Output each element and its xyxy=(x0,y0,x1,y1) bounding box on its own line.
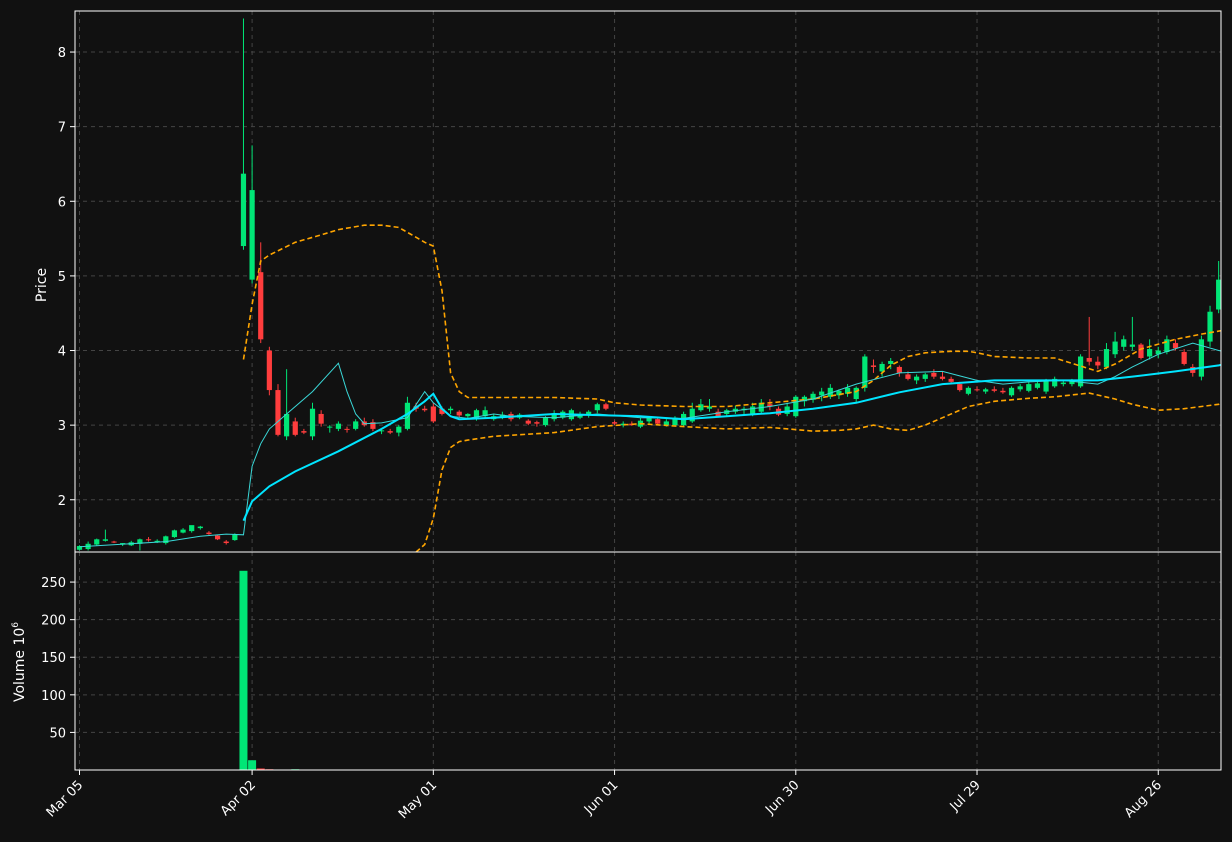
candle-body xyxy=(1095,361,1101,366)
candle-body xyxy=(284,413,290,437)
candle-body xyxy=(396,426,402,433)
price-y-tick-label: 2 xyxy=(58,494,66,509)
candle-body xyxy=(1207,311,1213,342)
candle-body xyxy=(870,365,877,367)
volume-y-tick-label: 50 xyxy=(49,726,66,741)
price-axis-title: Price xyxy=(34,268,50,302)
candle-body xyxy=(465,413,471,417)
candle-body xyxy=(1121,339,1127,347)
candle-body xyxy=(1034,383,1041,388)
candle-body xyxy=(447,408,454,411)
candle-body xyxy=(750,406,756,414)
candle-body xyxy=(1060,382,1066,385)
candle-body xyxy=(922,374,928,379)
candle-body xyxy=(948,378,954,382)
volume-axis-title-base: Volume 10 xyxy=(12,628,28,702)
candle-body xyxy=(939,376,946,379)
candle-body xyxy=(275,390,281,435)
candle-body xyxy=(353,421,359,429)
candle-body xyxy=(974,389,980,391)
volume-y-tick-label: 200 xyxy=(41,614,66,629)
candle-body xyxy=(327,426,333,428)
candle-body xyxy=(896,366,902,373)
candle-body xyxy=(180,529,186,533)
candle-body xyxy=(232,534,238,541)
candle-body xyxy=(214,535,221,540)
candle-body xyxy=(318,413,324,424)
candle-body xyxy=(430,406,436,422)
candle-body xyxy=(223,541,229,544)
candle-body xyxy=(594,404,600,411)
candle-body xyxy=(1103,349,1110,367)
candle-body xyxy=(957,384,963,391)
candle-body xyxy=(888,360,894,364)
candle-body xyxy=(1026,384,1032,391)
candle-body xyxy=(258,272,264,340)
candle-body xyxy=(145,539,152,541)
candle-body xyxy=(905,374,911,379)
candle-body xyxy=(1129,344,1135,347)
candle-body xyxy=(1138,344,1144,358)
candle-body xyxy=(525,420,531,424)
candle-body xyxy=(1112,341,1118,355)
candle-body xyxy=(1216,279,1221,310)
candle-body xyxy=(534,422,540,424)
price-y-tick-label: 7 xyxy=(58,121,66,136)
candle-body xyxy=(171,530,178,538)
candle-body xyxy=(983,389,989,392)
candle-body xyxy=(387,431,393,433)
price-y-tick-label: 6 xyxy=(58,195,66,210)
candle-body xyxy=(266,350,272,391)
volume-axis-title: Volume 106 xyxy=(11,622,28,702)
candle-body xyxy=(1086,357,1092,362)
candle-body xyxy=(309,408,316,437)
candle-body xyxy=(1000,390,1006,393)
volume-y-tick-label: 150 xyxy=(41,651,66,666)
candle-body xyxy=(249,190,255,280)
candle-body xyxy=(1147,349,1153,357)
price-y-tick-label: 8 xyxy=(58,46,66,61)
candle-body xyxy=(991,389,997,391)
candle-body xyxy=(102,539,108,541)
stock-chart: 2345678 Price 50100150200250 Volume 106 … xyxy=(0,0,1232,842)
candle-body xyxy=(1164,339,1170,353)
candle-body xyxy=(344,428,350,430)
candle-body xyxy=(1008,387,1015,396)
candle-body xyxy=(914,376,920,381)
candle-body xyxy=(197,526,203,529)
candle-body xyxy=(819,391,825,396)
candle-body xyxy=(965,387,971,394)
candle-body xyxy=(1172,343,1179,349)
candle-body xyxy=(1043,380,1049,392)
price-y-tick-label: 3 xyxy=(58,419,66,434)
candle-body xyxy=(793,396,799,417)
chart-background xyxy=(0,0,1232,842)
candle-body xyxy=(611,422,618,424)
candle-body xyxy=(335,423,341,429)
candle-body xyxy=(1017,386,1023,390)
price-y-tick-label: 4 xyxy=(58,345,66,360)
candle-body xyxy=(94,539,100,545)
candle-body xyxy=(111,541,117,543)
volume-bar xyxy=(248,760,257,770)
candle-body xyxy=(301,431,307,433)
candle-body xyxy=(456,411,462,416)
candle-body xyxy=(655,419,661,424)
price-y-tick-label: 5 xyxy=(58,270,66,285)
candle-body xyxy=(862,356,868,388)
volume-y-tick-label: 250 xyxy=(41,576,66,591)
candle-body xyxy=(240,173,247,247)
candle-body xyxy=(931,372,937,377)
candle-body xyxy=(542,417,549,426)
candle-body xyxy=(189,525,195,532)
volume-y-tick-label: 100 xyxy=(41,689,66,704)
candle-body xyxy=(1181,352,1187,364)
candle-body xyxy=(603,404,609,409)
candle-body xyxy=(292,421,298,435)
candle-body xyxy=(422,408,428,411)
volume-bar xyxy=(239,570,248,770)
candle-body xyxy=(206,532,212,535)
volume-axis-title-exponent: 6 xyxy=(11,622,21,628)
